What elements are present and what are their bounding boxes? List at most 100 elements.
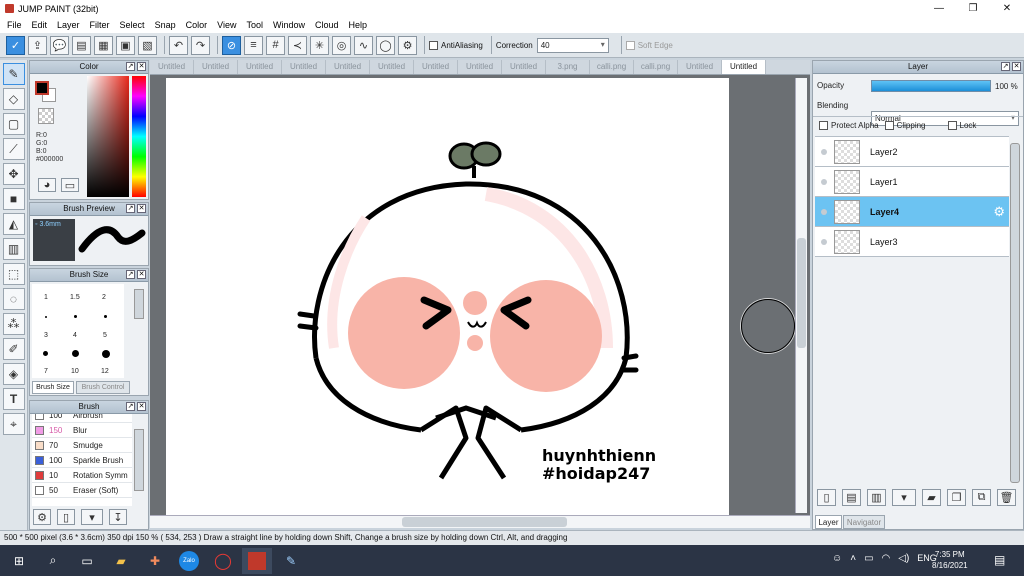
- opera-icon[interactable]: ◯: [208, 548, 238, 574]
- magic-wand-icon[interactable]: ⁂: [2, 313, 25, 335]
- layer-visibility-icon[interactable]: [821, 238, 827, 245]
- brush-list-scrollbar[interactable]: [134, 429, 144, 491]
- shape-snap-icon[interactable]: ◯: [376, 35, 395, 55]
- menu-edit[interactable]: Edit: [27, 20, 53, 30]
- cloud-icon[interactable]: ✓: [6, 35, 25, 55]
- brush-list-item[interactable]: 10 Rotation Symm: [32, 468, 132, 483]
- vertical-scroll-thumb[interactable]: [797, 238, 806, 348]
- brush-list-item[interactable]: 70 Smudge: [32, 438, 132, 453]
- brush-settings-icon[interactable]: ⚙: [33, 509, 51, 525]
- line-tool-icon[interactable]: ⟋: [2, 138, 25, 160]
- document-tab[interactable]: Untitled: [722, 60, 766, 74]
- layer-folder-icon[interactable]: ▰: [922, 489, 941, 506]
- undo-icon[interactable]: ↶: [169, 35, 188, 55]
- circle-snap-icon[interactable]: ◎: [332, 35, 351, 55]
- eraser-tool-icon[interactable]: ◇: [2, 88, 25, 110]
- text-tool-icon[interactable]: T: [2, 388, 25, 410]
- menu-view[interactable]: View: [212, 20, 241, 30]
- clipping-checkbox[interactable]: [884, 121, 894, 130]
- page-icon[interactable]: ▦: [94, 35, 113, 55]
- grid-settings-icon[interactable]: ▧: [138, 35, 157, 55]
- tab-navigator[interactable]: Navigator: [843, 515, 885, 529]
- zalo-icon[interactable]: Zalo: [174, 548, 204, 574]
- panel-float-icon[interactable]: ↗: [1001, 62, 1010, 71]
- bucket-tool-icon[interactable]: ◭: [2, 213, 25, 235]
- panel-float-icon[interactable]: ↗: [126, 402, 135, 411]
- new-brush-icon[interactable]: ▯: [57, 509, 75, 525]
- size-7[interactable]: 7: [44, 368, 48, 375]
- comment-icon[interactable]: 💬: [50, 35, 69, 55]
- close-button[interactable]: ✕: [990, 0, 1024, 17]
- brush-list-item[interactable]: 50 Eraser (Soft): [32, 483, 132, 498]
- select-eraser-icon[interactable]: ◈: [2, 363, 25, 385]
- menu-help[interactable]: Help: [344, 20, 373, 30]
- document-tab[interactable]: calli.png: [634, 60, 678, 74]
- size-12[interactable]: 12: [101, 368, 109, 375]
- layer-menu-icon[interactable]: ▾: [892, 489, 916, 506]
- new-layer-copy-icon[interactable]: ▤: [842, 489, 861, 506]
- size-1[interactable]: 1: [44, 294, 48, 301]
- brush-size-scrollbar[interactable]: [134, 289, 144, 319]
- size-1-5[interactable]: 1.5: [70, 294, 80, 301]
- delete-layer-icon[interactable]: 🗑: [997, 489, 1016, 506]
- windows-start-icon[interactable]: ⊞: [4, 548, 34, 574]
- panel-close-icon[interactable]: ✕: [1012, 62, 1021, 71]
- menu-select[interactable]: Select: [115, 20, 150, 30]
- transparent-color-swatch[interactable]: [38, 108, 54, 124]
- palette-icon[interactable]: ◕: [38, 178, 56, 192]
- document-tab[interactable]: Untitled: [370, 60, 414, 74]
- panel-float-icon[interactable]: ↗: [126, 204, 135, 213]
- network-icon[interactable]: ▭: [864, 553, 873, 564]
- menu-color[interactable]: Color: [181, 20, 213, 30]
- file-explorer-icon[interactable]: ▰: [106, 548, 136, 574]
- layer-row[interactable]: Layer3: [815, 227, 1009, 257]
- document-tab[interactable]: Untitled: [326, 60, 370, 74]
- size-2[interactable]: 2: [102, 294, 106, 301]
- notification-icon[interactable]: ▤: [994, 553, 1005, 567]
- soft-edge-checkbox[interactable]: [625, 40, 635, 50]
- document-tab[interactable]: Untitled: [458, 60, 502, 74]
- document-tab[interactable]: Untitled: [238, 60, 282, 74]
- maximize-button[interactable]: ❐: [956, 0, 990, 17]
- lock-checkbox[interactable]: [947, 121, 957, 130]
- pen-tool-icon[interactable]: ✎: [2, 63, 25, 85]
- panel-close-icon[interactable]: ✕: [137, 204, 146, 213]
- task-view-icon[interactable]: ▭: [72, 548, 102, 574]
- menu-file[interactable]: File: [2, 20, 27, 30]
- opacity-slider[interactable]: [871, 80, 991, 92]
- menu-layer[interactable]: Layer: [52, 20, 85, 30]
- brush-list-item[interactable]: 100 Airbrush: [32, 414, 132, 423]
- vanishing-point-icon[interactable]: ≺: [288, 35, 307, 55]
- protect-alpha-checkbox[interactable]: [819, 121, 828, 130]
- jump-paint-taskbar-icon[interactable]: [242, 547, 272, 574]
- layer-visibility-icon[interactable]: [821, 208, 827, 215]
- document-icon[interactable]: ▣: [116, 35, 135, 55]
- panel-float-icon[interactable]: ↗: [126, 270, 135, 279]
- horizontal-scrollbar[interactable]: [150, 515, 810, 528]
- layer-row[interactable]: Layer2: [815, 137, 1009, 167]
- tab-brush-size[interactable]: Brush Size: [32, 381, 74, 394]
- search-icon[interactable]: ⌕: [38, 548, 68, 574]
- brush-export-icon[interactable]: ↧: [109, 509, 127, 525]
- gradient-tool-icon[interactable]: ▥: [2, 238, 25, 260]
- parallel-snap-icon[interactable]: ≡: [244, 35, 263, 55]
- clock[interactable]: 7:35 PM 8/16/2021: [932, 549, 968, 571]
- brush-list-item[interactable]: 100 Sparkle Brush: [32, 453, 132, 468]
- layer-visibility-icon[interactable]: [821, 178, 827, 185]
- layer-row[interactable]: Layer4 ⚙: [815, 197, 1009, 227]
- volume-icon[interactable]: ◁): [898, 553, 909, 564]
- radial-snap-icon[interactable]: ✳: [310, 35, 329, 55]
- menu-window[interactable]: Window: [268, 20, 310, 30]
- document-tab[interactable]: Untitled: [150, 60, 194, 74]
- menu-cloud[interactable]: Cloud: [310, 20, 344, 30]
- menu-tool[interactable]: Tool: [241, 20, 268, 30]
- correction-select[interactable]: 40: [536, 37, 609, 53]
- menu-snap[interactable]: Snap: [150, 20, 181, 30]
- document-tab[interactable]: 3.png: [546, 60, 590, 74]
- color-menu-icon[interactable]: ▭: [61, 178, 79, 192]
- rectangle-tool-icon[interactable]: ▢: [2, 113, 25, 135]
- foreground-color-swatch[interactable]: [35, 81, 49, 95]
- panel-icon[interactable]: ▤: [72, 35, 91, 55]
- layer-visibility-icon[interactable]: [821, 148, 827, 155]
- document-tab[interactable]: Untitled: [502, 60, 546, 74]
